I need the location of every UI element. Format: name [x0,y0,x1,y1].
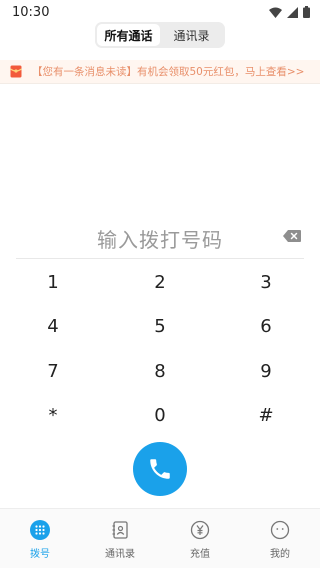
tab-contacts[interactable]: 通讯录 [160,24,223,46]
key-5[interactable]: 5 [125,306,195,346]
promo-banner[interactable]: 【您有一条消息未读】有机会领取50元红包，马上查看>> [0,60,320,84]
tab-contacts-label: 通讯录 [105,549,135,560]
tab-me[interactable]: 我的 [240,509,320,568]
key-2[interactable]: 2 [125,262,195,302]
status-bar: 10:30 [0,0,320,24]
key-8[interactable]: 8 [125,351,195,391]
tab-all-calls[interactable]: 所有通话 [97,24,160,46]
tab-contacts-bottom[interactable]: 通讯录 [80,509,160,568]
red-envelope-icon [10,65,22,78]
status-icons [269,6,310,18]
promo-text: 【您有一条消息未读】有机会领取50元红包，马上查看>> [32,66,305,78]
tab-dial-label: 拨号 [30,549,50,560]
key-9[interactable]: 9 [231,351,301,391]
yen-icon [189,519,211,541]
key-4[interactable]: 4 [18,306,88,346]
tab-recharge[interactable]: 充值 [160,509,240,568]
tab-me-label: 我的 [270,549,290,560]
key-0[interactable]: 0 [125,395,195,435]
bottom-tab-bar: 拨号 通讯录 充值 我的 [0,508,320,568]
tab-recharge-label: 充值 [190,549,210,560]
call-segment-control: 所有通话 通讯录 [95,22,225,48]
call-button[interactable] [133,442,187,496]
key-7[interactable]: 7 [18,351,88,391]
key-1[interactable]: 1 [18,262,88,302]
number-input-row: 输入拨打号码 [0,224,320,252]
number-input[interactable]: 输入拨打号码 [0,224,320,253]
battery-icon [303,6,310,18]
profile-icon [269,519,291,541]
key-3[interactable]: 3 [231,262,301,302]
contacts-icon [109,519,131,541]
key-6[interactable]: 6 [231,306,301,346]
status-time: 10:30 [12,4,50,20]
cell-signal-icon [287,6,298,18]
wifi-icon [269,7,282,18]
input-divider [16,258,304,259]
dialpad-icon [29,519,51,541]
key-star[interactable]: * [18,395,88,435]
backspace-icon[interactable] [283,230,301,242]
phone-icon [150,459,170,479]
key-hash[interactable]: # [231,395,301,435]
tab-dial[interactable]: 拨号 [0,509,80,568]
